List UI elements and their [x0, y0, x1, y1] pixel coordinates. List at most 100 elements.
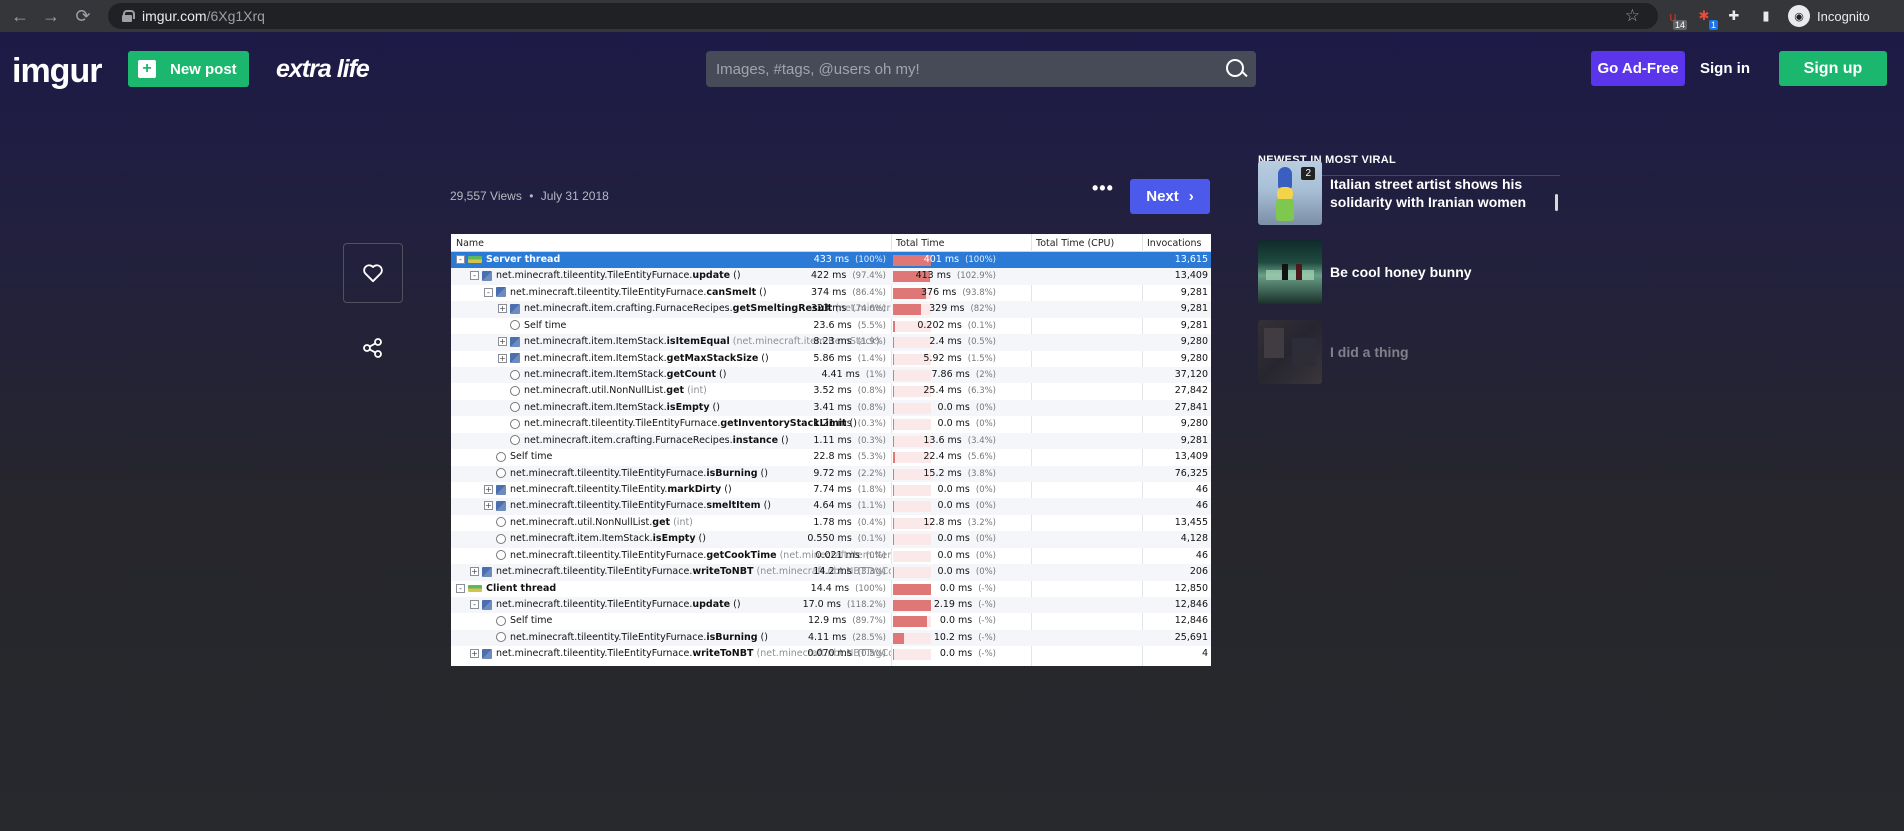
sidebar-post-item[interactable]: I did a thing	[1258, 320, 1560, 384]
profiler-row[interactable]: Self time 23.6 ms (5.5%) 0.202 ms (0.1%) 9,28…	[451, 318, 1211, 334]
next-label: Next	[1146, 188, 1179, 205]
invocations-value: 46	[1195, 549, 1208, 561]
total-time: 17.0 ms (118.2%)	[803, 599, 886, 610]
search-icon[interactable]	[1216, 51, 1256, 87]
collapse-toggle-icon[interactable]: -	[456, 583, 465, 593]
total-time-value: 422 ms	[811, 270, 847, 282]
favorite-button[interactable]	[343, 243, 403, 303]
profiler-row[interactable]: net.minecraft.tileentity.TileEntityFurna…	[451, 416, 1211, 432]
back-arrow-icon[interactable]: ←	[7, 3, 33, 29]
total-time: 0.021 ms (0%)	[815, 550, 886, 561]
cpu-time-value: 0.0 ms	[937, 566, 970, 578]
profiler-row[interactable]: - Server thread 433 ms (100%) 401 ms (100%) 13…	[451, 252, 1211, 269]
cpu-time-value: 2.4 ms	[929, 336, 962, 348]
profiler-row[interactable]: Self time 12.9 ms (89.7%) 0.0 ms (-%) 12,846	[451, 613, 1211, 629]
invocations: 9,281	[1181, 320, 1208, 331]
profiler-row[interactable]: net.minecraft.item.crafting.FurnaceRecip…	[451, 432, 1211, 450]
clock-icon	[496, 533, 506, 544]
cpu-time-percent: (0.5%)	[967, 337, 996, 348]
total-time-value: 4.11 ms	[807, 631, 847, 643]
collapse-toggle-icon[interactable]: -	[456, 255, 465, 264]
address-bar[interactable]: imgur.com/6Xg1Xrq ☆	[108, 3, 1658, 29]
post-image-profiler[interactable]: Name Total Time Total Time (CPU) Invocat…	[451, 234, 1211, 666]
expand-toggle-icon[interactable]: +	[498, 304, 507, 314]
profiler-row[interactable]: - net.minecraft.tileentity.TileEntityFurn…	[451, 285, 1211, 301]
forward-arrow-icon[interactable]: →	[38, 3, 64, 29]
reload-icon[interactable]: ⟳	[70, 3, 96, 29]
extra-life-logo[interactable]: extra life	[276, 55, 370, 84]
extension-ublock-icon[interactable]: u 14	[1663, 6, 1687, 30]
chevron-right-icon: ›	[1188, 188, 1194, 205]
method-prefix: net.minecraft.tileentity.TileEntityFurna…	[496, 599, 693, 611]
total-time: 0.070 ms (0.5%)	[807, 648, 886, 659]
plus-icon: +	[138, 60, 156, 78]
profiler-row[interactable]: net.minecraft.util.NonNullList.get (int)…	[451, 515, 1211, 531]
sidebar-post-item[interactable]: Be cool honey bunny	[1258, 240, 1560, 304]
clock-icon	[510, 369, 520, 380]
profiler-row[interactable]: Self time 22.8 ms (5.3%) 22.4 ms (5.6%) 13,40…	[451, 449, 1211, 465]
profiler-row[interactable]: - net.minecraft.tileentity.TileEntityFurn…	[451, 268, 1211, 285]
invocations-value: 46	[1195, 484, 1208, 496]
collapse-toggle-icon[interactable]: -	[470, 600, 479, 610]
profiler-row[interactable]: + net.minecraft.tileentity.TileEntityFurn…	[451, 646, 1211, 662]
invocations: 13,409	[1175, 451, 1208, 462]
expand-toggle-icon[interactable]: +	[484, 485, 493, 495]
imgur-logo[interactable]: imgur	[12, 52, 102, 91]
method-name: update	[692, 599, 731, 611]
profiler-row[interactable]: - Client thread 14.4 ms (100%) 0.0 ms (-%) 12,…	[451, 581, 1211, 597]
profiler-row[interactable]: + net.minecraft.tileentity.TileEntityFurn…	[451, 498, 1211, 515]
go-ad-free-button[interactable]: Go Ad-Free	[1591, 51, 1685, 86]
method-name: isEmpty	[666, 401, 710, 413]
profiler-row[interactable]: + net.minecraft.tileentity.TileEntityFurn…	[451, 564, 1211, 581]
total-time: 9.72 ms (2.2%)	[813, 468, 886, 479]
cpu-time-percent: (93.8%)	[962, 287, 996, 298]
total-time: 3.52 ms (0.8%)	[813, 385, 886, 396]
profiler-row[interactable]: + net.minecraft.item.ItemStack.getMaxStac…	[451, 351, 1211, 367]
bookmark-star-icon[interactable]: ☆	[1625, 6, 1640, 26]
collapse-toggle-icon[interactable]: -	[484, 287, 493, 297]
extension-bug-icon[interactable]: ✱ 1	[1694, 6, 1718, 30]
profiler-row[interactable]: net.minecraft.item.ItemStack.isEmpty () 0…	[451, 531, 1211, 548]
side-panel-icon[interactable]: ▮	[1756, 6, 1776, 26]
cpu-time-value: 0.0 ms	[937, 484, 970, 496]
collapse-toggle-icon[interactable]: -	[470, 271, 479, 281]
cpu-time: 13.6 ms (3.4%)	[923, 435, 996, 446]
sidebar-post-item[interactable]: 2 Italian street artist shows his solida…	[1258, 161, 1560, 225]
expand-toggle-icon[interactable]: +	[470, 649, 479, 659]
profiler-row[interactable]: + net.minecraft.item.crafting.FurnaceReci…	[451, 301, 1211, 318]
time-bar	[893, 517, 894, 529]
invocations: 9,281	[1181, 303, 1208, 314]
share-icon[interactable]	[360, 335, 386, 361]
sign-in-link[interactable]: Sign in	[1700, 51, 1750, 86]
more-options-icon[interactable]: •••	[1092, 178, 1114, 199]
incognito-icon: ◉	[1788, 5, 1810, 27]
search-input[interactable]	[716, 60, 1216, 78]
cpu-time: 0.0 ms (-%)	[940, 648, 996, 659]
method-suffix: ()	[716, 369, 727, 380]
profiler-row[interactable]: net.minecraft.tileentity.TileEntityFurna…	[451, 629, 1211, 647]
expand-toggle-icon[interactable]: +	[484, 501, 493, 511]
invocations-value: 4,128	[1180, 533, 1208, 545]
method-name: instance	[732, 434, 779, 446]
profiler-row[interactable]: + net.minecraft.item.ItemStack.isItemEqua…	[451, 334, 1211, 351]
invocations: 27,841	[1175, 402, 1208, 413]
profiler-row[interactable]: net.minecraft.tileentity.TileEntityFurna…	[451, 548, 1211, 564]
profiler-row[interactable]: net.minecraft.util.NonNullList.get (int)…	[451, 383, 1211, 399]
profiler-row[interactable]: + net.minecraft.tileentity.TileEntity.mar…	[451, 482, 1211, 498]
next-post-button[interactable]: Next ›	[1130, 179, 1210, 214]
extensions-puzzle-icon[interactable]: ✚	[1724, 6, 1744, 26]
sign-up-button[interactable]: Sign up	[1779, 51, 1887, 86]
cpu-time: 0.0 ms (-%)	[940, 615, 996, 626]
profiler-row[interactable]: net.minecraft.tileentity.TileEntityFurna…	[451, 465, 1211, 482]
total-time-percent: (1%)	[865, 370, 886, 380]
profiler-row[interactable]: net.minecraft.item.ItemStack.isEmpty () 3…	[451, 399, 1211, 417]
incognito-indicator[interactable]: ◉ Incognito	[1788, 5, 1870, 27]
thread-icon	[468, 256, 482, 263]
expand-toggle-icon[interactable]: +	[498, 337, 507, 347]
profiler-row[interactable]: - net.minecraft.tileentity.TileEntityFurn…	[451, 597, 1211, 614]
expand-toggle-icon[interactable]: +	[498, 353, 507, 363]
new-post-button[interactable]: + New post	[128, 51, 249, 87]
expand-toggle-icon[interactable]: +	[470, 567, 479, 577]
profiler-row[interactable]: net.minecraft.item.ItemStack.getCount ()…	[451, 367, 1211, 384]
